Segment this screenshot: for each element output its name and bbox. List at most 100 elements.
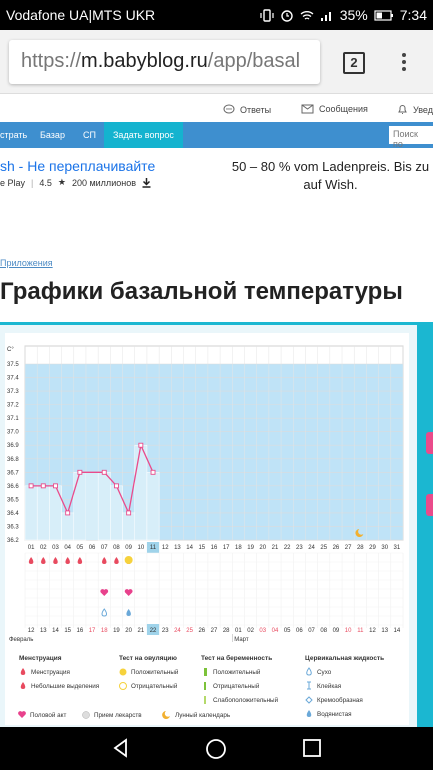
date-label: 01 [235,628,242,634]
ad-installs: 200 миллионов [71,177,136,188]
menu-item-0[interactable]: страть [0,130,27,140]
day-bar [146,472,160,541]
side-tab-1[interactable] [426,432,433,454]
legend-bar-icon [204,668,207,676]
day-label: 30 [381,545,388,551]
legend-item-label: Отрицательный [131,682,178,690]
date-label: 24 [174,628,181,634]
url-host: m.babyblog.ru [81,50,208,72]
date-label: 14 [52,628,59,634]
temperature-point [114,483,119,489]
legend-title-3: Цервикальная жидкость [305,655,384,662]
day-label: 21 [272,545,279,551]
temperature-point [65,510,71,516]
bbt-chart[interactable]: C° 37.5 37.4 37.3 37.2 37.1 37.0 36.9 36.8 36.7 36… [5,333,409,732]
date-label: 21 [137,628,144,634]
date-label: 22 [150,628,157,634]
date-label: 17 [89,628,96,634]
day-label: 06 [89,545,96,551]
day-label: 29 [369,545,376,551]
day-bar [24,485,38,541]
clock: 7:34 [399,7,427,23]
ad-text: 50 – 80 % vom Ladenpreis. Bis zu auf Wis… [231,159,430,192]
legend-drop-icon [20,668,26,675]
spotting-drop-icon [114,557,119,564]
y-tick-label: 36.5 [7,497,19,503]
legend-fluid-icon [305,696,313,704]
date-label: 18 [101,628,108,634]
y-tick-label: 37.2 [7,403,19,409]
side-tab-2[interactable] [426,494,433,516]
bell-icon [398,105,407,114]
url-field[interactable]: https://m.babyblog.ru/app/basal [9,40,320,84]
overflow-menu-icon[interactable] [399,50,409,76]
day-label: 10 [137,545,144,551]
date-label: 07 [308,628,315,634]
legend-item-label: Сухо [317,669,332,676]
legend-item-label: Отрицательный [213,682,260,690]
menu-item-bazar[interactable]: Базар [40,130,65,140]
carrier-text: Vodafone UA|MTS UKR [6,7,156,23]
chat-bubble-icon [223,104,235,114]
legend-moon-icon [162,711,170,719]
site-search-input[interactable]: Поиск по [389,126,433,149]
legend-fluid-icon [306,667,312,676]
side-panel [417,322,433,727]
day-bar [97,472,111,541]
recents-icon[interactable] [302,738,322,758]
day-label: 05 [77,545,84,551]
legend-item-label: Водянистая [317,711,352,718]
answers-link[interactable]: Ответы [223,104,271,115]
y-tick-label: 37.0 [7,430,19,436]
browser-toolbar: https://m.babyblog.ru/app/basal 2 [0,30,433,94]
android-nav-bar [0,727,433,770]
ad-title[interactable]: sh - Не переплачивайте [0,158,155,174]
day-label: 27 [345,545,352,551]
date-label: 06 [296,628,303,634]
menu-item-sp[interactable]: СП [83,130,96,140]
messages-link[interactable]: Сообщения [301,104,368,114]
ad-banner[interactable]: sh - Не переплачивайте 50 – 80 % vom Lad… [0,150,433,200]
y-tick-label: 36.2 [7,538,19,544]
date-label: 11 [357,628,364,634]
y-tick-label: 36.8 [7,457,19,463]
notifications-link[interactable]: Увед [397,104,433,115]
day-label: 02 [40,545,47,551]
legend-item-label: Яичный белок [317,724,359,725]
legend-title-2: Тест на беременность [201,654,272,662]
temperature-point [101,469,107,475]
breadcrumb[interactable]: Приложения [0,258,53,268]
temperature-point [28,483,34,489]
dry-fluid-icon [101,608,108,617]
month-label-right: Март [234,637,249,643]
date-label: 16 [77,628,84,634]
back-icon[interactable] [111,738,131,758]
menstruation-drop-icon [53,557,58,564]
chart-card-inner: C° 37.5 37.4 37.3 37.2 37.1 37.0 36.9 36.8 36.7 36… [5,333,409,732]
date-label: 12 [28,628,35,634]
date-label: 08 [320,628,327,634]
temperature-point [77,469,83,475]
day-label: 16 [211,545,218,551]
date-label: 13 [381,628,388,634]
menstruation-drop-icon [28,557,34,564]
menstruation-drop-icon [41,557,46,564]
legend-bottom-label: Лунный календарь [175,711,231,719]
day-bar [134,444,148,541]
status-bar: Vodafone UA|MTS UKR 35% 7:34 [0,0,433,30]
y-tick-label: 37.5 [7,362,19,368]
date-label: 09 [333,628,340,634]
day-label: 04 [64,545,71,551]
date-label: 13 [40,628,47,634]
day-label: 28 [357,545,364,551]
home-icon[interactable] [205,738,227,760]
menstruation-drop-icon [65,557,70,564]
watery-fluid-icon [126,609,131,616]
tab-switcher-button[interactable]: 2 [343,52,365,74]
ask-question-button[interactable]: Задать вопрос [104,122,183,148]
legend-bottom-label: Половой акт [30,711,67,719]
date-label: 27 [211,628,218,634]
legend-item-label: Положительный [213,668,261,676]
day-label: 23 [296,545,303,551]
day-label: 15 [198,545,205,551]
